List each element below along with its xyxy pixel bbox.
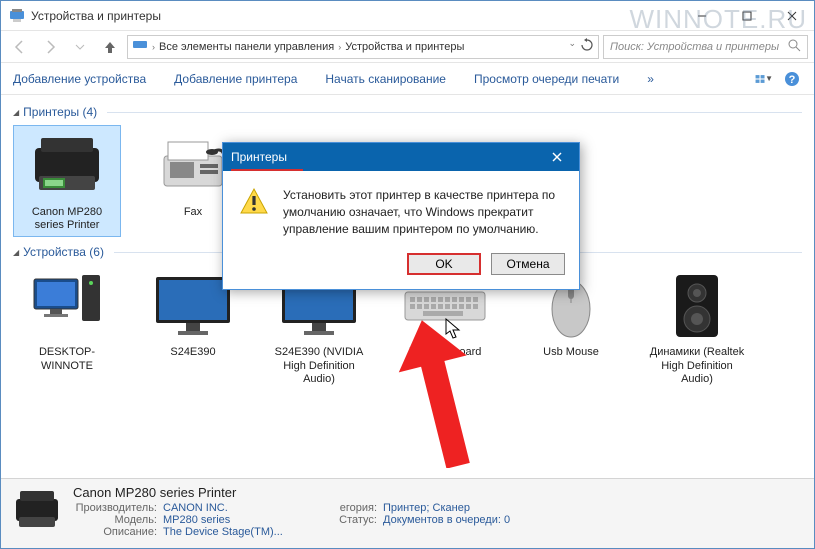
status-device-name: Canon MP280 series Printer xyxy=(73,485,543,500)
maximize-button[interactable] xyxy=(724,1,769,31)
devices-icon xyxy=(132,38,148,55)
dialog-close-button[interactable] xyxy=(543,146,571,168)
collapse-triangle-icon: ◢ xyxy=(13,108,19,117)
desktop-pc-icon xyxy=(22,270,112,342)
dialog-title-text: Принтеры xyxy=(231,150,287,164)
chevron-right-icon: › xyxy=(152,42,155,52)
cancel-button[interactable]: Отмена xyxy=(491,253,565,275)
device-item-speakers[interactable]: Динамики (Realtek High Definition Audio) xyxy=(643,265,751,391)
start-scan-button[interactable]: Начать сканирование xyxy=(325,72,446,86)
statusbar: Canon MP280 series Printer Производитель… xyxy=(1,478,814,548)
help-icon[interactable]: ? xyxy=(782,69,802,89)
up-button[interactable] xyxy=(97,34,123,60)
more-chevron[interactable]: » xyxy=(647,72,654,86)
forward-button[interactable] xyxy=(37,34,63,60)
close-button[interactable] xyxy=(769,1,814,31)
dialog-titlebar[interactable]: Принтеры xyxy=(223,143,579,171)
window-title: Устройства и принтеры xyxy=(31,9,679,23)
view-options-icon[interactable]: ▼ xyxy=(754,69,774,89)
dialog-printers: Принтеры Установить этот принтер в качес… xyxy=(222,142,580,290)
warning-icon xyxy=(239,187,269,217)
collapse-triangle-icon: ◢ xyxy=(13,248,19,257)
add-device-button[interactable]: Добавление устройства xyxy=(13,72,146,86)
history-dropdown[interactable] xyxy=(67,34,93,60)
speaker-icon xyxy=(652,270,742,342)
minimize-button[interactable] xyxy=(679,1,724,31)
status-printer-icon xyxy=(11,485,63,537)
titlebar: Устройства и принтеры xyxy=(1,1,814,31)
view-queue-button[interactable]: Просмотр очереди печати xyxy=(474,72,619,86)
breadcrumb-item[interactable]: Все элементы панели управления xyxy=(159,41,334,53)
back-button[interactable] xyxy=(7,34,33,60)
address-bar[interactable]: › Все элементы панели управления › Устро… xyxy=(127,35,599,59)
chevron-right-icon: › xyxy=(338,42,341,52)
toolbar: Добавление устройства Добавление принтер… xyxy=(1,63,814,95)
group-header-printers[interactable]: ◢ Принтеры (4) xyxy=(13,105,802,119)
search-input[interactable]: Поиск: Устройства и принтеры xyxy=(603,35,808,59)
svg-text:?: ? xyxy=(789,74,796,86)
add-printer-button[interactable]: Добавление принтера xyxy=(174,72,297,86)
printer-icon xyxy=(22,130,112,202)
refresh-icon[interactable] xyxy=(580,38,594,55)
navbar: › Все элементы панели управления › Устро… xyxy=(1,31,814,63)
app-icon xyxy=(9,8,25,24)
search-icon xyxy=(788,39,801,55)
search-value: Поиск: Устройства и принтеры xyxy=(610,41,779,53)
device-item-canon-mp280[interactable]: Canon MP280 series Printer xyxy=(13,125,121,237)
ok-button[interactable]: OK xyxy=(407,253,481,275)
device-item-desktop[interactable]: DESKTOP-WINNOTE xyxy=(13,265,121,391)
dialog-message: Установить этот принтер в качестве принт… xyxy=(283,187,563,237)
annotation-underline xyxy=(231,169,303,171)
chevron-down-icon[interactable]: ⌄ xyxy=(568,38,576,55)
breadcrumb-item[interactable]: Устройства и принтеры xyxy=(345,41,464,53)
